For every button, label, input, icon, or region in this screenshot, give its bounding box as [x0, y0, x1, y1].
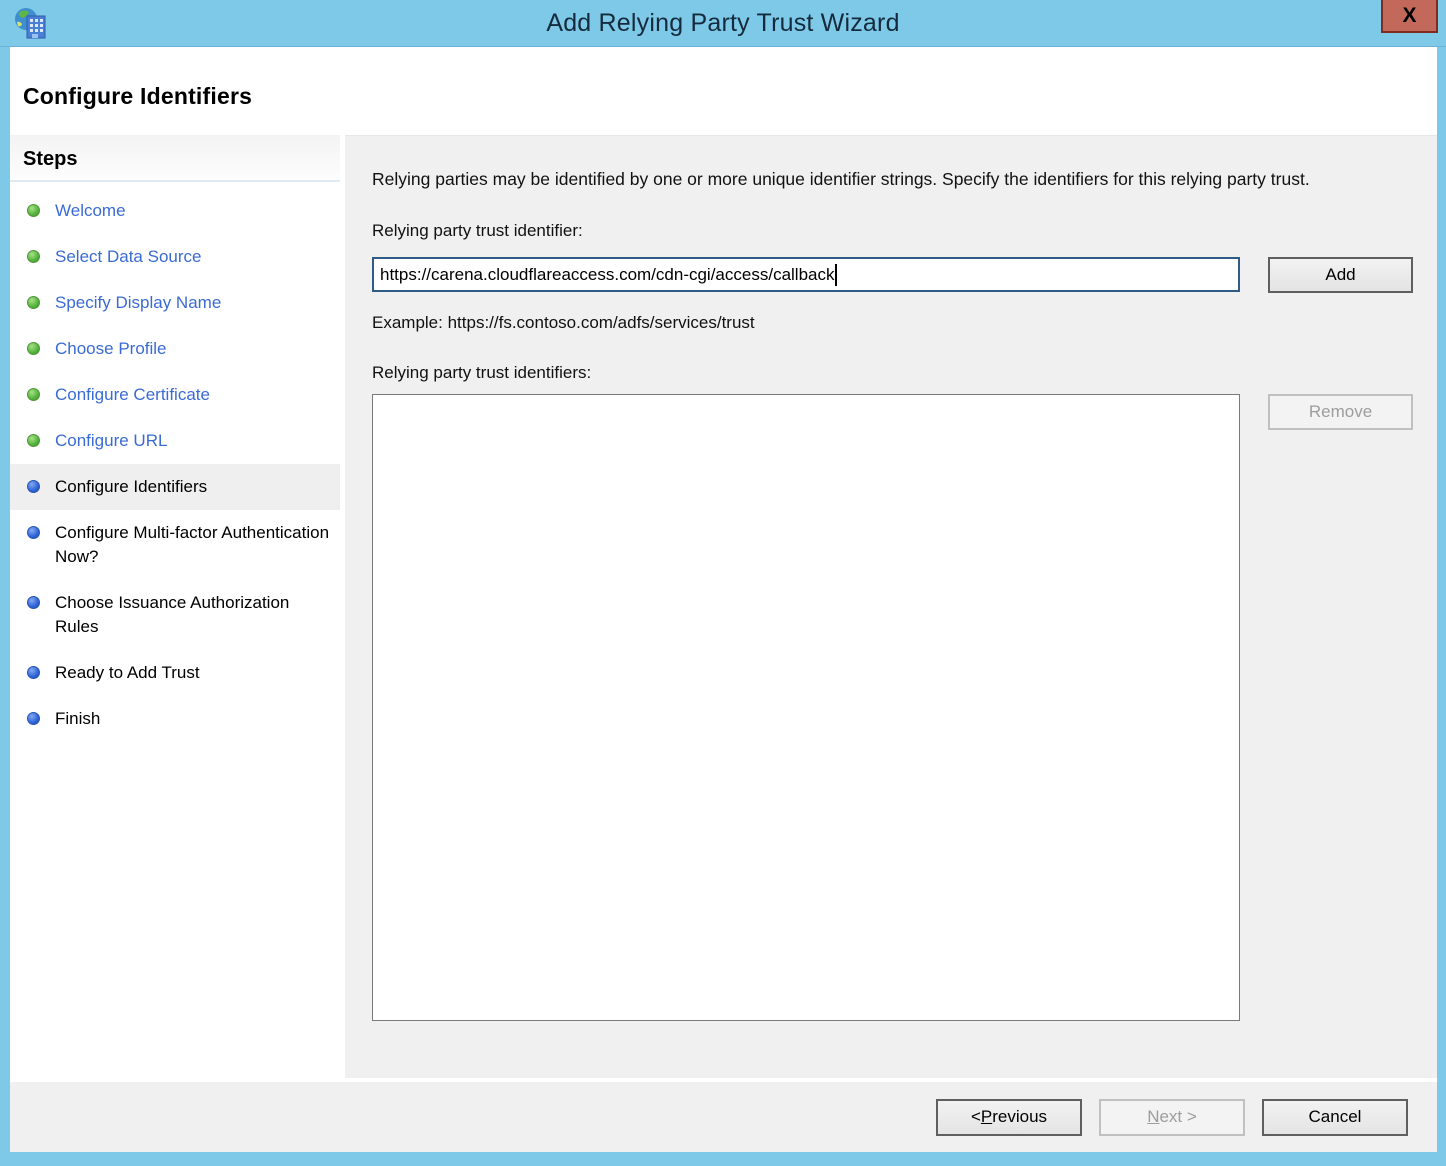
- footer-button-bar: < Previous Next > Cancel: [10, 1078, 1437, 1152]
- cancel-button[interactable]: Cancel: [1262, 1099, 1408, 1136]
- remove-button[interactable]: Remove: [1268, 394, 1413, 430]
- step-label: Welcome: [55, 199, 126, 223]
- step-item-configure-multi-factor-authentication-now: Configure Multi-factor Authentication No…: [10, 510, 340, 580]
- wizard-dialog: Configure Identifiers Steps Welcome Selec…: [10, 47, 1437, 1152]
- add-button[interactable]: Add: [1268, 257, 1413, 293]
- step-label: Configure Multi-factor Authentication No…: [55, 521, 332, 569]
- step-pending-dot-icon: [27, 480, 40, 493]
- step-completed-dot-icon: [27, 296, 40, 309]
- step-item-finish: Finish: [10, 696, 340, 742]
- step-item-configure-certificate[interactable]: Configure Certificate: [10, 372, 340, 418]
- step-label: Finish: [55, 707, 100, 731]
- step-completed-dot-icon: [27, 250, 40, 263]
- step-label: Configure URL: [55, 429, 167, 453]
- page-description: Relying parties may be identified by one…: [372, 166, 1407, 193]
- step-completed-dot-icon: [27, 388, 40, 401]
- step-completed-dot-icon: [27, 342, 40, 355]
- step-item-configure-identifiers: Configure Identifiers: [10, 464, 340, 510]
- identifiers-list-label: Relying party trust identifiers:: [372, 363, 1414, 383]
- step-item-configure-url[interactable]: Configure URL: [10, 418, 340, 464]
- identifier-field-label: Relying party trust identifier:: [372, 221, 1414, 241]
- identifier-input-value: https://carena.cloudflareaccess.com/cdn-…: [380, 265, 834, 285]
- step-label: Choose Issuance Authorization Rules: [55, 591, 332, 639]
- step-completed-dot-icon: [27, 204, 40, 217]
- step-pending-dot-icon: [27, 596, 40, 609]
- steps-list: Welcome Select Data Source Specify Display…: [10, 182, 340, 742]
- step-label: Configure Identifiers: [55, 475, 207, 499]
- step-label: Specify Display Name: [55, 291, 221, 315]
- step-item-choose-issuance-authorization-rules: Choose Issuance Authorization Rules: [10, 580, 340, 650]
- steps-heading: Steps: [10, 135, 340, 182]
- step-label: Ready to Add Trust: [55, 661, 200, 685]
- step-item-select-data-source[interactable]: Select Data Source: [10, 234, 340, 280]
- content-panel: Relying parties may be identified by one…: [345, 135, 1437, 1078]
- page-title: Configure Identifiers: [10, 47, 1437, 110]
- step-completed-dot-icon: [27, 434, 40, 447]
- identifier-input[interactable]: https://carena.cloudflareaccess.com/cdn-…: [372, 257, 1240, 292]
- text-caret: [835, 264, 837, 286]
- page-header: Configure Identifiers: [10, 47, 1437, 135]
- window-title: Add Relying Party Trust Wizard: [0, 0, 1446, 47]
- previous-button[interactable]: < Previous: [936, 1099, 1082, 1136]
- identifiers-listbox[interactable]: [372, 394, 1240, 1021]
- step-pending-dot-icon: [27, 666, 40, 679]
- step-label: Choose Profile: [55, 337, 167, 361]
- step-pending-dot-icon: [27, 712, 40, 725]
- step-pending-dot-icon: [27, 526, 40, 539]
- step-item-specify-display-name[interactable]: Specify Display Name: [10, 280, 340, 326]
- step-label: Select Data Source: [55, 245, 201, 269]
- title-bar: Add Relying Party Trust Wizard X: [0, 0, 1446, 47]
- step-item-choose-profile[interactable]: Choose Profile: [10, 326, 340, 372]
- example-text: Example: https://fs.contoso.com/adfs/ser…: [372, 313, 1414, 333]
- close-button[interactable]: X: [1381, 0, 1438, 33]
- next-button[interactable]: Next >: [1099, 1099, 1245, 1136]
- step-label: Configure Certificate: [55, 383, 210, 407]
- step-item-welcome[interactable]: Welcome: [10, 188, 340, 234]
- step-item-ready-to-add-trust: Ready to Add Trust: [10, 650, 340, 696]
- steps-sidebar: Steps Welcome Select Data Source Specify D…: [10, 135, 340, 1078]
